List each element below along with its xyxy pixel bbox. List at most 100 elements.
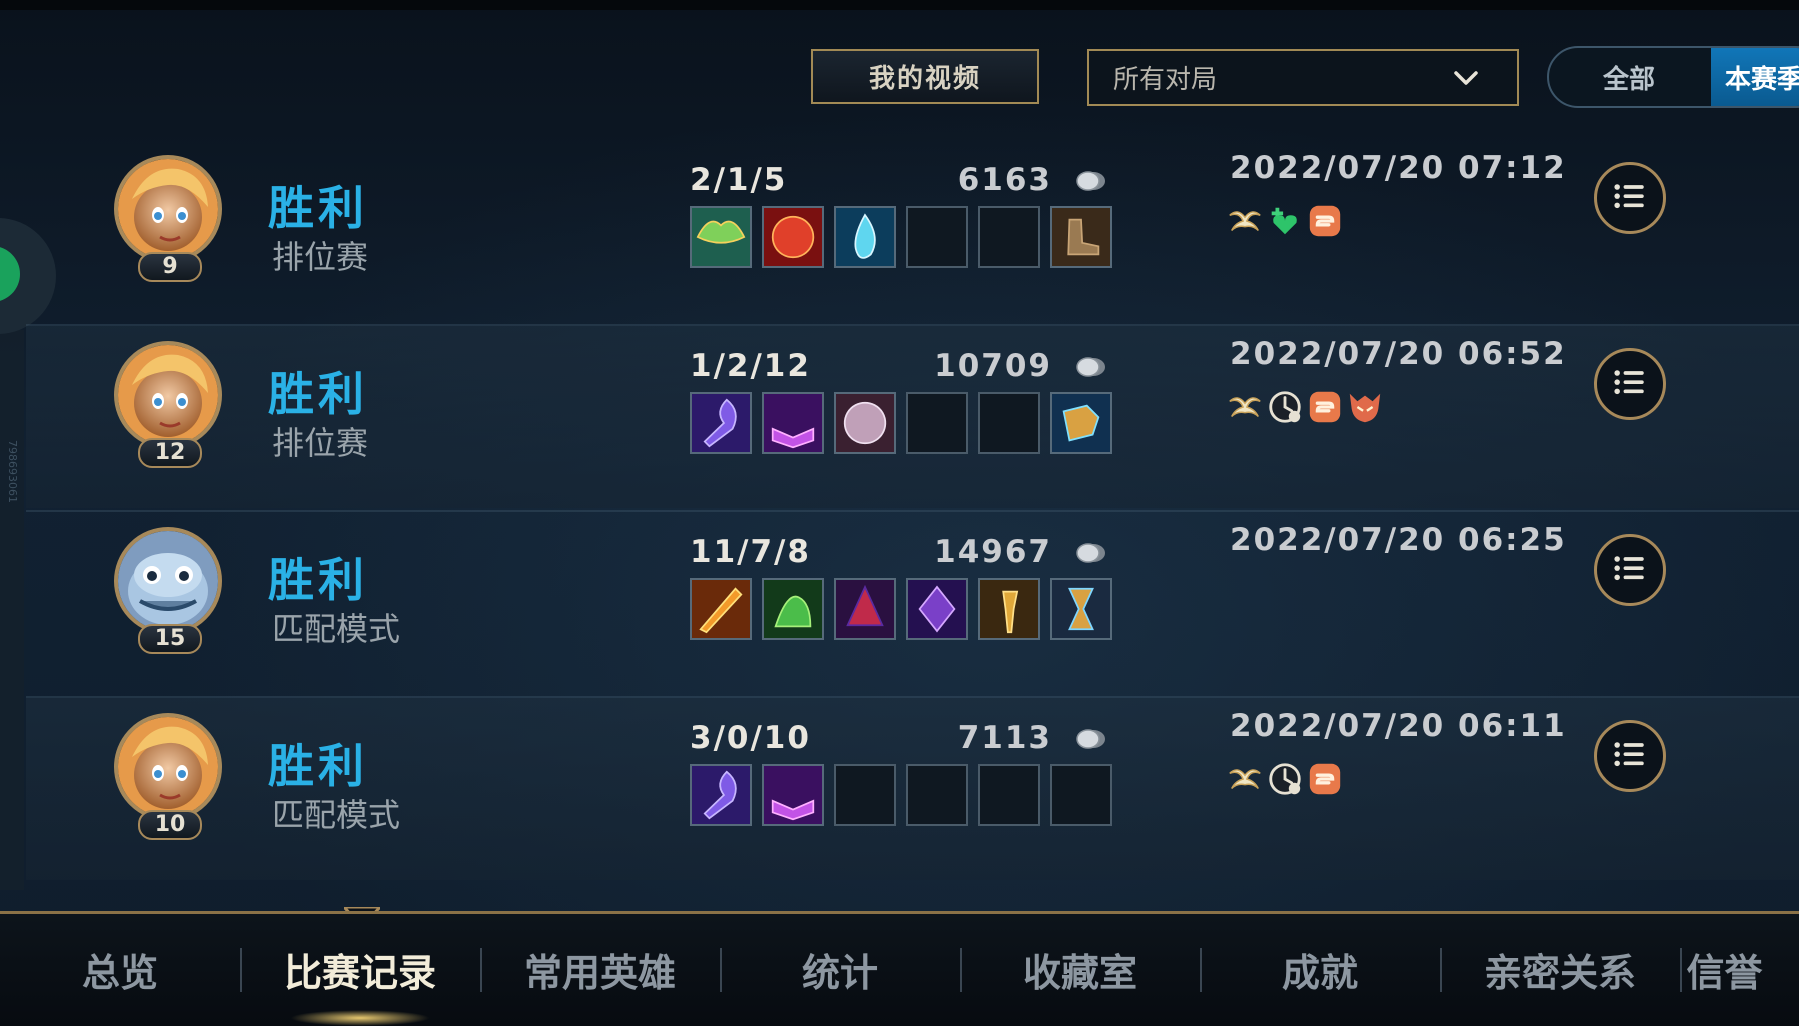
- witch-hat-item[interactable]: [834, 578, 896, 640]
- match-date: 2022/07/20 06:52: [1230, 336, 1567, 372]
- tab-separator: [960, 948, 962, 992]
- row-divider: [26, 696, 1799, 698]
- match-result: 胜利: [268, 367, 368, 421]
- match-result: 胜利: [268, 181, 368, 235]
- match-gold: 14967: [934, 534, 1052, 570]
- toggle-season-option[interactable]: 本赛季: [1711, 48, 1799, 106]
- tear-item[interactable]: [834, 206, 896, 268]
- red-orb-item[interactable]: [762, 206, 824, 268]
- green-claw-item[interactable]: [762, 578, 824, 640]
- empty-item-slot[interactable]: [978, 206, 1040, 268]
- toggle-all-option[interactable]: 全部: [1549, 48, 1709, 106]
- match-details-button[interactable]: [1594, 162, 1666, 234]
- tab-5[interactable]: 成就: [1210, 914, 1430, 1024]
- match-kda: 2/1/5: [690, 162, 788, 198]
- match-row[interactable]: 15 胜利 匹配模式 11/7/8 14967 2022/07/20 06:25: [26, 512, 1799, 694]
- match-kda: 3/0/10: [690, 720, 811, 756]
- empty-item-slot[interactable]: [978, 764, 1040, 826]
- empty-item-slot[interactable]: [906, 392, 968, 454]
- jet-boots-item[interactable]: [1050, 392, 1112, 454]
- match-kda: 1/2/12: [690, 348, 811, 384]
- match-row[interactable]: 10 胜利 匹配模式 3/0/10 7113 2022/07/20 06:11: [26, 698, 1799, 880]
- match-mode: 匹配模式: [272, 610, 401, 648]
- empty-item-slot[interactable]: [906, 764, 968, 826]
- void-crystal-item[interactable]: [906, 578, 968, 640]
- flame-blade-item[interactable]: [690, 578, 752, 640]
- champion-level-badge: 9: [138, 252, 202, 282]
- match-gold: 6163: [957, 162, 1052, 198]
- champion-avatar[interactable]: [114, 527, 222, 635]
- list-icon: [1614, 370, 1644, 395]
- match-row[interactable]: 9 胜利 排位赛 2/1/5 6163 2022/07/20 07:12: [26, 140, 1799, 322]
- cooldown-badge-icon: [1266, 760, 1304, 798]
- match-row[interactable]: 12 胜利 排位赛 1/2/12 10709 2022/07/20 06:52: [26, 326, 1799, 508]
- list-icon: [1614, 556, 1644, 581]
- chain-badge-icon: [1306, 202, 1344, 240]
- green-dot-icon: [0, 246, 20, 302]
- champion-avatar[interactable]: [114, 713, 222, 821]
- hourglass-item[interactable]: [1050, 578, 1112, 640]
- row-divider: [26, 324, 1799, 326]
- tab-3[interactable]: 统计: [730, 914, 950, 1024]
- match-gold: 10709: [934, 348, 1052, 384]
- match-date: 2022/07/20 06:11: [1230, 708, 1567, 744]
- tab-6[interactable]: 亲密关系: [1450, 914, 1670, 1024]
- match-result: 胜利: [268, 553, 368, 607]
- cooldown-badge-icon: [1266, 388, 1304, 426]
- champion-avatar[interactable]: [114, 155, 222, 263]
- top-strip: [0, 0, 1799, 10]
- season-toggle[interactable]: 全部 本赛季: [1547, 46, 1799, 108]
- side-watermark: 798693061: [6, 440, 19, 503]
- tab-4[interactable]: 收藏室: [970, 914, 1190, 1024]
- tab-separator: [1200, 948, 1202, 992]
- match-details-button[interactable]: [1594, 720, 1666, 792]
- tab-2[interactable]: 常用英雄: [490, 914, 710, 1024]
- heal-badge-icon: [1266, 202, 1304, 240]
- compass-item[interactable]: [834, 392, 896, 454]
- empty-item-slot[interactable]: [834, 764, 896, 826]
- match-mode: 匹配模式: [272, 796, 401, 834]
- golden-mace-item[interactable]: [978, 578, 1040, 640]
- demon-badge-icon: [1346, 388, 1384, 426]
- my-videos-button[interactable]: 我的视频: [811, 49, 1039, 104]
- champion-level-badge: 10: [138, 810, 202, 840]
- purple-staff-item[interactable]: [690, 764, 752, 826]
- match-date: 2022/07/20 07:12: [1230, 150, 1567, 186]
- wings-badge-icon: [1226, 388, 1264, 426]
- gold-coin-icon: [1076, 169, 1106, 193]
- match-filter-value: 所有对局: [1113, 65, 1218, 95]
- match-details-button[interactable]: [1594, 534, 1666, 606]
- tab-separator: [480, 948, 482, 992]
- match-result: 胜利: [268, 739, 368, 793]
- purple-tome-item[interactable]: [762, 764, 824, 826]
- boots-item[interactable]: [1050, 206, 1112, 268]
- empty-item-slot[interactable]: [978, 392, 1040, 454]
- chain-badge-icon: [1306, 760, 1344, 798]
- gold-coin-icon: [1076, 727, 1106, 751]
- wings-badge-icon: [1226, 760, 1264, 798]
- champion-avatar[interactable]: [114, 341, 222, 449]
- match-filter-select[interactable]: 所有对局: [1087, 49, 1519, 106]
- chevron-down-icon: [1454, 71, 1478, 85]
- gold-coin-icon: [1076, 541, 1106, 565]
- tab-1[interactable]: 比赛记录: [250, 914, 470, 1024]
- list-icon: [1614, 184, 1644, 209]
- wings-badge-icon: [1226, 202, 1264, 240]
- champion-level-badge: 15: [138, 624, 202, 654]
- list-icon: [1614, 742, 1644, 767]
- match-kda: 11/7/8: [690, 534, 811, 570]
- bottom-tab-bar: 总览 比赛记录 常用英雄 统计 收藏室 成就 亲密关系 信誉: [0, 911, 1799, 1026]
- left-edge-panel: [0, 330, 24, 890]
- match-details-button[interactable]: [1594, 348, 1666, 420]
- match-gold: 7113: [957, 720, 1052, 756]
- empty-item-slot[interactable]: [906, 206, 968, 268]
- sprout-item[interactable]: [690, 206, 752, 268]
- tab-separator: [240, 948, 242, 992]
- purple-tome-item[interactable]: [762, 392, 824, 454]
- tab-separator: [1440, 948, 1442, 992]
- tab-separator: [720, 948, 722, 992]
- tab-0[interactable]: 总览: [10, 914, 230, 1024]
- tab-7[interactable]: 信誉: [1650, 914, 1799, 1024]
- purple-staff-item[interactable]: [690, 392, 752, 454]
- empty-item-slot[interactable]: [1050, 764, 1112, 826]
